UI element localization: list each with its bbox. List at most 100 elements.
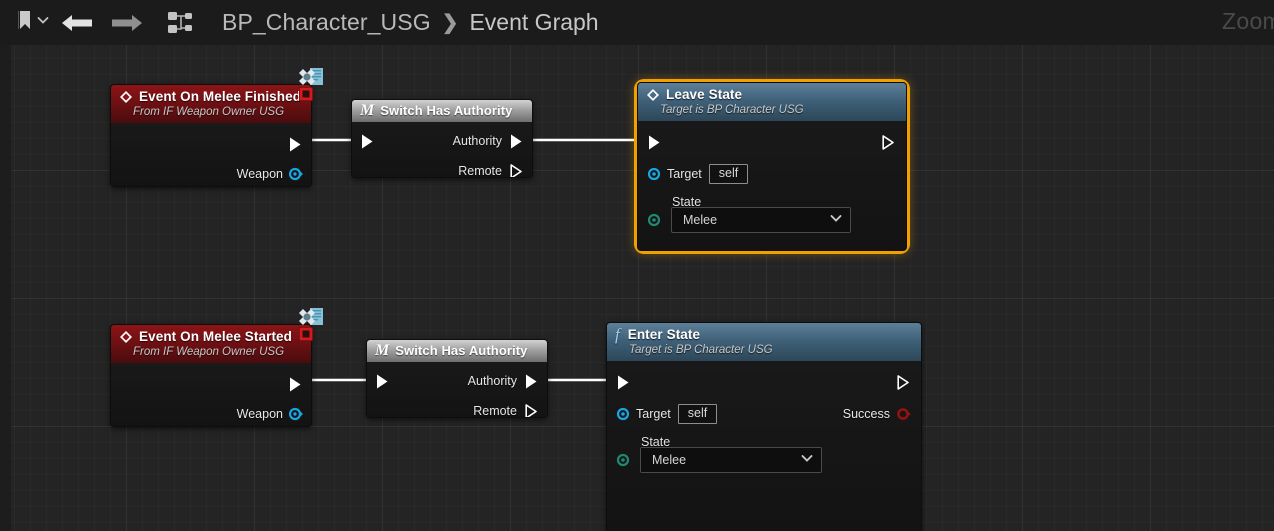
- node-body: Authority Remote: [352, 122, 532, 177]
- pin-in-target[interactable]: Target self: [647, 164, 749, 184]
- node-title: Enter State: [627, 327, 701, 342]
- node-subtitle: Target is BP Character USG: [660, 104, 804, 116]
- exec-pin-hollow-icon: [509, 163, 524, 177]
- pin-in-target[interactable]: Target self: [616, 404, 718, 424]
- exec-pin-filled-icon: [360, 133, 375, 150]
- node-title: Switch Has Authority: [395, 343, 528, 358]
- node-header: M Switch Has Authority: [367, 340, 547, 362]
- node-subtitle: Target is BP Character USG: [629, 344, 773, 356]
- chevron-down-icon[interactable]: [828, 211, 844, 230]
- exec-pin-filled-icon: [647, 134, 662, 151]
- pin-label-authority: Authority: [452, 134, 502, 148]
- state-dropdown-value: Melee: [652, 453, 687, 467]
- node-body: Authority Remote: [367, 362, 547, 417]
- pin-in-exec[interactable]: [360, 132, 375, 150]
- node-switch-has-authority-bottom[interactable]: M Switch Has Authority Authority Remote: [366, 339, 548, 418]
- delegate-badge-icon: [290, 64, 330, 104]
- node-body: Target self Success State Melee: [607, 361, 921, 531]
- event-diamond-icon: [119, 330, 133, 344]
- pin-label-authority: Authority: [467, 374, 517, 388]
- pin-out-exec[interactable]: [288, 375, 303, 393]
- state-dropdown[interactable]: Melee: [671, 207, 851, 233]
- node-subtitle: From IF Weapon Owner USG: [133, 346, 285, 358]
- node-title: Switch Has Authority: [380, 103, 513, 118]
- node-header: Leave State Target is BP Character USG: [638, 83, 906, 121]
- node-body: Weapon: [111, 363, 311, 426]
- pin-label-weapon: Weapon: [236, 167, 283, 181]
- macro-m-icon: M: [360, 102, 375, 119]
- exec-pin-filled-icon: [509, 133, 524, 150]
- exec-pin-filled-icon: [616, 374, 631, 391]
- pin-in-exec[interactable]: [375, 372, 390, 390]
- node-header: Event On Melee Finished From IF Weapon O…: [111, 85, 311, 123]
- pin-label-target: Target: [667, 167, 702, 181]
- pin-out-exec[interactable]: [881, 133, 896, 151]
- object-pin-icon: [647, 167, 661, 181]
- chevron-down-icon[interactable]: [36, 13, 50, 32]
- pin-out-remote[interactable]: Remote: [458, 162, 524, 178]
- exec-pin-filled-icon: [288, 136, 303, 153]
- pin-label-success: Success: [842, 407, 890, 421]
- delegate-badge-icon: [290, 304, 330, 344]
- pin-out-weapon[interactable]: Weapon: [237, 165, 303, 183]
- exec-pin-filled-icon: [524, 373, 539, 390]
- function-f-icon: f: [615, 324, 620, 344]
- state-dropdown-value: Melee: [683, 213, 718, 227]
- node-body: Weapon: [111, 123, 311, 186]
- node-header: f Enter State Target is BP Character USG: [607, 323, 921, 361]
- macro-m-icon: M: [375, 342, 390, 359]
- exec-pin-filled-icon: [288, 376, 303, 393]
- exec-pin-filled-icon: [375, 373, 390, 390]
- exec-pin-hollow-icon: [881, 134, 896, 151]
- pin-out-remote[interactable]: Remote: [473, 402, 539, 418]
- breadcrumb-leaf[interactable]: Event Graph: [469, 9, 598, 36]
- pin-in-exec[interactable]: [647, 133, 662, 151]
- pin-out-exec[interactable]: [288, 135, 303, 153]
- node-event-on-melee-started[interactable]: Event On Melee Started From IF Weapon Ow…: [110, 308, 323, 427]
- node-title: Event On Melee Finished: [139, 89, 302, 104]
- node-subtitle: From IF Weapon Owner USG: [133, 106, 285, 118]
- node-graph-icon[interactable]: [166, 10, 196, 36]
- pin-label-remote: Remote: [458, 164, 502, 178]
- zoom-level-label: Zoom: [1222, 8, 1274, 34]
- node-title: Leave State: [666, 87, 743, 102]
- event-graph-canvas[interactable]: Event On Melee Finished From IF Weapon O…: [0, 45, 1274, 531]
- arrow-right-icon[interactable]: [108, 11, 144, 35]
- state-dropdown[interactable]: Melee: [640, 447, 822, 473]
- exec-pin-hollow-icon: [524, 403, 539, 417]
- target-self-field[interactable]: self: [708, 164, 749, 184]
- node-event-on-melee-finished[interactable]: Event On Melee Finished From IF Weapon O…: [110, 68, 323, 187]
- bookmark-icon[interactable]: [14, 9, 34, 36]
- bool-pin-icon: [897, 407, 911, 421]
- breadcrumb-separator: ❯: [441, 12, 459, 34]
- pin-label-target: Target: [636, 407, 671, 421]
- object-pin-icon: [288, 167, 303, 181]
- event-diamond-icon: [646, 88, 660, 102]
- enum-pin-icon: [647, 213, 661, 227]
- pin-out-authority[interactable]: Authority: [453, 132, 524, 150]
- pin-out-success[interactable]: Success: [843, 405, 911, 423]
- pin-in-exec[interactable]: [616, 373, 631, 391]
- chevron-down-icon[interactable]: [799, 451, 815, 470]
- node-leave-state[interactable]: Leave State Target is BP Character USG T…: [637, 82, 907, 251]
- pin-in-state[interactable]: [647, 211, 661, 229]
- node-header: M Switch Has Authority: [352, 100, 532, 122]
- event-diamond-icon: [119, 90, 133, 104]
- node-body: Target self State Melee: [638, 121, 906, 250]
- bookmark-menu[interactable]: [0, 9, 50, 36]
- pin-out-weapon[interactable]: Weapon: [237, 405, 303, 423]
- blueprint-editor: BP_Character_USG ❯ Event Graph Zoom Even…: [0, 0, 1274, 531]
- breadcrumb-root[interactable]: BP_Character_USG: [222, 9, 431, 36]
- object-pin-icon: [288, 407, 303, 421]
- pin-label-remote: Remote: [473, 404, 517, 418]
- pin-out-authority[interactable]: Authority: [468, 372, 539, 390]
- target-self-field[interactable]: self: [677, 404, 718, 424]
- node-title: Event On Melee Started: [139, 329, 292, 344]
- graph-toolbar: BP_Character_USG ❯ Event Graph Zoom: [0, 0, 1274, 45]
- object-pin-icon: [616, 407, 630, 421]
- pin-out-exec[interactable]: [896, 373, 911, 391]
- arrow-left-icon[interactable]: [60, 11, 96, 35]
- node-switch-has-authority-top[interactable]: M Switch Has Authority Authority Remote: [351, 99, 533, 178]
- node-enter-state[interactable]: f Enter State Target is BP Character USG: [606, 322, 922, 531]
- pin-in-state[interactable]: [616, 451, 630, 469]
